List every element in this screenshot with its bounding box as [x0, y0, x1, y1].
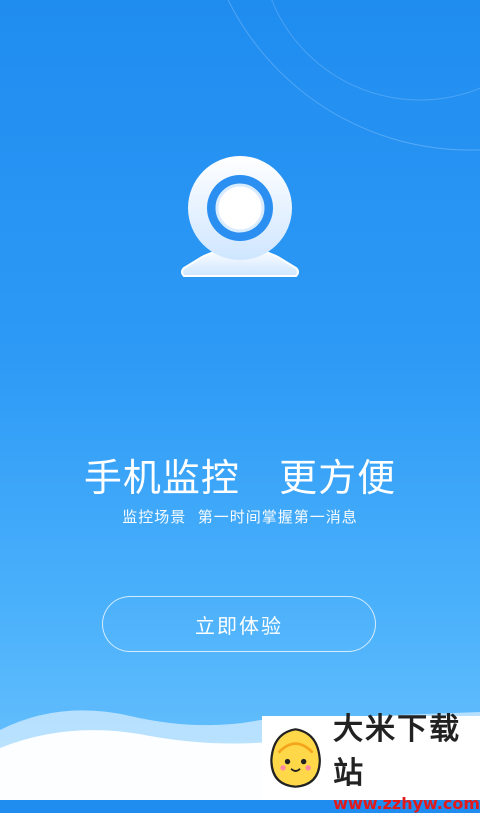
- subheadline: 监控场景 第一时间掌握第一消息: [122, 508, 358, 526]
- watermark-badge: 大米下载站 www.zzhyw.com: [262, 712, 480, 813]
- try-now-button[interactable]: 立即体验: [102, 596, 376, 652]
- background-arcs: [227, 0, 480, 151]
- headline: 手机监控 更方便: [83, 456, 397, 500]
- watermark-name: 大米下载站: [333, 711, 462, 791]
- watermark-url: www.zzhyw.com: [333, 793, 480, 813]
- mascot-logo: [270, 728, 321, 788]
- webcam-icon: [181, 156, 299, 277]
- try-now-label: 立即体验: [195, 613, 283, 638]
